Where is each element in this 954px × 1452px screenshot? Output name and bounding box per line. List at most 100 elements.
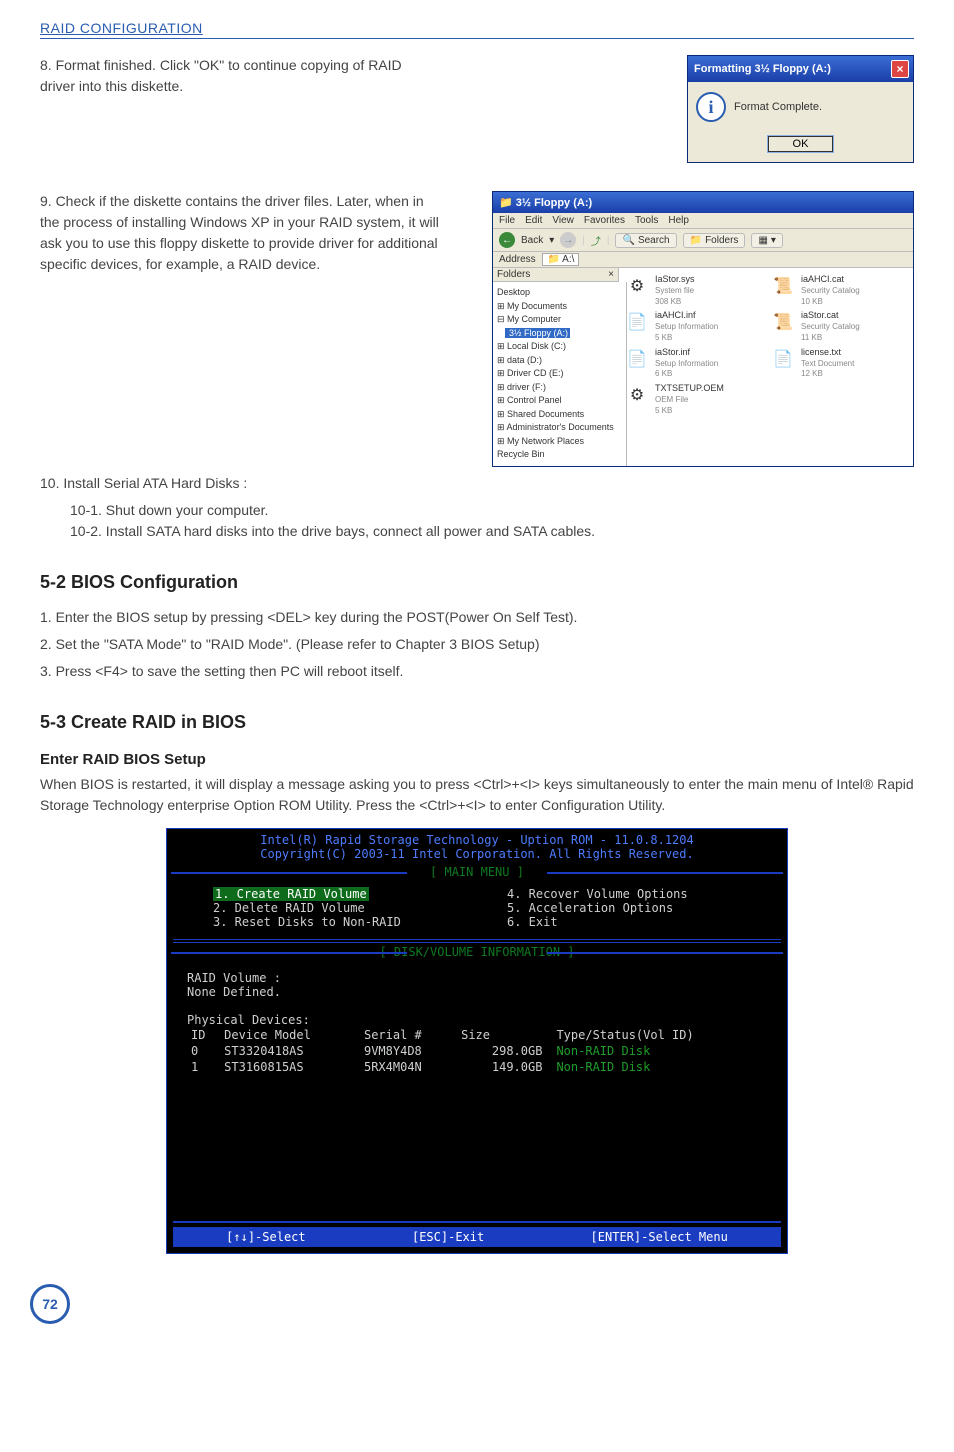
section-5-3-subheading: Enter RAID BIOS Setup — [40, 751, 914, 768]
menu-view[interactable]: View — [552, 215, 574, 226]
folders-button[interactable]: 📁Folders — [683, 233, 746, 248]
file-size: 11 KB — [801, 333, 822, 342]
tree-item[interactable]: ⊞ Shared Documents — [497, 408, 622, 422]
folders-icon: 📁 — [690, 235, 702, 246]
file-icon: 📜 — [771, 310, 795, 334]
folders-pane-header: Folders — [497, 269, 530, 280]
close-icon[interactable]: × — [891, 60, 909, 78]
file-item[interactable]: 📄 license.txt Text Document 12 KB — [771, 347, 907, 379]
header-divider — [40, 38, 914, 39]
search-icon: 🔍 — [622, 235, 634, 246]
forward-icon: → — [560, 232, 576, 248]
up-icon[interactable]: ⤴ — [591, 233, 601, 248]
menu-edit[interactable]: Edit — [525, 215, 542, 226]
file-item[interactable]: 📜 iaAHCI.cat Security Catalog 10 KB — [771, 274, 907, 306]
tree-item[interactable]: ⊞ My Documents — [497, 300, 622, 314]
views-button[interactable]: ▦▾ — [751, 233, 782, 248]
file-list: ⚙ IaStor.sys System file 308 KB 📜 iaAHCI.… — [619, 268, 913, 466]
file-name: iaAHCI.inf — [655, 310, 696, 320]
bios-raid-volume-label: RAID Volume : — [187, 971, 767, 985]
step-10: 10. Install Serial ATA Hard Disks : — [40, 473, 914, 494]
sec52-step3: 3. Press <F4> to save the setting then P… — [40, 661, 914, 682]
folder-tree[interactable]: Desktop ⊞ My Documents ⊟ My Computer 3½ … — [493, 282, 627, 466]
file-size: 5 KB — [655, 406, 672, 415]
chevron-down-icon[interactable]: ▾ — [549, 235, 554, 246]
step-10-2: 10-2. Install SATA hard disks into the d… — [70, 521, 914, 542]
file-size: 5 KB — [655, 333, 672, 342]
back-button[interactable]: Back — [521, 235, 543, 246]
file-size: 308 KB — [655, 297, 681, 306]
explorer-window: 📁 3½ Floppy (A:) File Edit View Favorite… — [492, 191, 914, 467]
bios-main-menu-label: [ MAIN MENU ] — [167, 865, 787, 879]
file-size: 6 KB — [655, 369, 672, 378]
file-type: Setup Information — [655, 322, 718, 331]
file-icon: 📄 — [625, 310, 649, 334]
ok-button[interactable]: OK — [768, 136, 834, 152]
bios-none-defined: None Defined. — [187, 985, 767, 999]
sec52-step2: 2. Set the "SATA Mode" to "RAID Mode". (… — [40, 634, 914, 655]
back-icon[interactable]: ← — [499, 232, 515, 248]
views-icon: ▦ — [758, 235, 767, 246]
file-type: Security Catalog — [801, 322, 860, 331]
format-complete-dialog: Formatting 3½ Floppy (A:) × i Format Com… — [687, 55, 914, 163]
bios-menu-item[interactable]: 4. Recover Volume Options — [507, 887, 741, 901]
bios-menu-item[interactable]: 5. Acceleration Options — [507, 901, 741, 915]
tree-item[interactable]: Desktop — [497, 286, 622, 300]
dialog-titlebar: Formatting 3½ Floppy (A:) × — [688, 56, 913, 82]
menu-help[interactable]: Help — [668, 215, 689, 226]
bios-footer-enter: [ENTER]-Select Menu — [591, 1230, 728, 1244]
tree-item[interactable]: ⊞ Local Disk (C:) — [497, 340, 622, 354]
file-size: 10 KB — [801, 297, 823, 306]
file-icon: ⚙ — [625, 383, 649, 407]
file-type: System file — [655, 286, 694, 295]
bios-menu-item[interactable]: 2. Delete RAID Volume — [213, 901, 447, 915]
tree-item[interactable]: ⊞ Administrator's Documents — [497, 421, 622, 435]
file-item[interactable]: ⚙ IaStor.sys System file 308 KB — [625, 274, 761, 306]
bios-menu-item[interactable]: 3. Reset Disks to Non-RAID — [213, 915, 447, 929]
explorer-menubar: File Edit View Favorites Tools Help — [493, 213, 913, 229]
tree-item[interactable]: Recycle Bin — [497, 448, 622, 462]
bios-device-table: ID Device Model Serial # Size Type/Statu… — [187, 1027, 767, 1075]
menu-tools[interactable]: Tools — [635, 215, 658, 226]
bios-footer-esc: [ESC]-Exit — [412, 1230, 484, 1244]
tree-item[interactable]: 3½ Floppy (A:) — [497, 327, 622, 341]
file-type: Text Document — [801, 359, 854, 368]
file-name: iaStor.cat — [801, 310, 839, 320]
table-row: 1ST3160815AS5RX4M04N 149.0GBNon-RAID Dis… — [187, 1059, 767, 1075]
tree-item[interactable]: ⊟ My Computer — [497, 313, 622, 327]
step-9: 9. Check if the diskette contains the dr… — [40, 191, 440, 275]
menu-file[interactable]: File — [499, 215, 515, 226]
tree-item[interactable]: ⊞ driver (F:) — [497, 381, 622, 395]
page-number-badge: 72 — [40, 1284, 914, 1324]
address-field[interactable]: 📁 A:\ — [542, 253, 579, 266]
tree-item[interactable]: ⊞ Driver CD (E:) — [497, 367, 622, 381]
tree-item[interactable]: ⊞ Control Panel — [497, 394, 622, 408]
file-item[interactable]: 📜 iaStor.cat Security Catalog 11 KB — [771, 310, 907, 342]
col-model: Device Model — [220, 1027, 360, 1043]
address-label: Address — [499, 254, 536, 265]
file-name: TXTSETUP.OEM — [655, 383, 724, 393]
bios-header-line2: Copyright(C) 2003-11 Intel Corporation. … — [167, 847, 787, 861]
bios-footer-select: [↑↓]-Select — [226, 1230, 305, 1244]
bios-menu-item[interactable]: 1. Create RAID Volume — [213, 887, 447, 901]
file-name: license.txt — [801, 347, 841, 357]
file-type: Security Catalog — [801, 286, 860, 295]
tree-item[interactable]: ⊞ data (D:) — [497, 354, 622, 368]
file-item[interactable]: 📄 iaAHCI.inf Setup Information 5 KB — [625, 310, 761, 342]
menu-favorites[interactable]: Favorites — [584, 215, 625, 226]
explorer-title: 📁 3½ Floppy (A:) — [499, 196, 592, 209]
info-icon: i — [696, 92, 726, 122]
file-name: iaAHCI.cat — [801, 274, 844, 284]
file-item[interactable]: ⚙ TXTSETUP.OEM OEM File 5 KB — [625, 383, 761, 415]
file-item[interactable]: 📄 iaStor.inf Setup Information 6 KB — [625, 347, 761, 379]
file-icon: 📜 — [771, 274, 795, 298]
file-size: 12 KB — [801, 369, 823, 378]
section-5-2-heading: 5-2 BIOS Configuration — [40, 572, 914, 593]
bios-menu-item[interactable]: 6. Exit — [507, 915, 741, 929]
sec52-step1: 1. Enter the BIOS setup by pressing <DEL… — [40, 607, 914, 628]
file-name: IaStor.sys — [655, 274, 695, 284]
tree-item[interactable]: ⊞ My Network Places — [497, 435, 622, 449]
bios-physical-devices-label: Physical Devices: — [187, 1013, 767, 1027]
search-button[interactable]: 🔍Search — [615, 233, 676, 248]
close-folders-icon[interactable]: × — [608, 269, 614, 280]
